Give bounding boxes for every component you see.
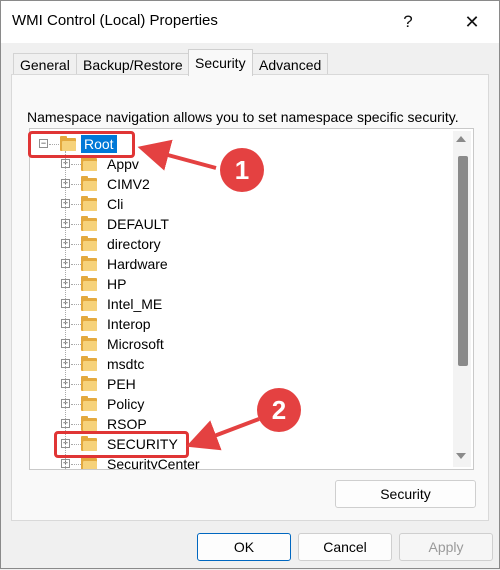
annotation-badge-1: 1	[220, 148, 264, 192]
properties-dialog: WMI Control (Local) Properties ? ✕ Gener…	[0, 0, 500, 569]
tab-security[interactable]: Security	[188, 49, 253, 76]
annotation-badge-2: 2	[257, 388, 301, 432]
annotation-arrows	[137, 139, 260, 451]
